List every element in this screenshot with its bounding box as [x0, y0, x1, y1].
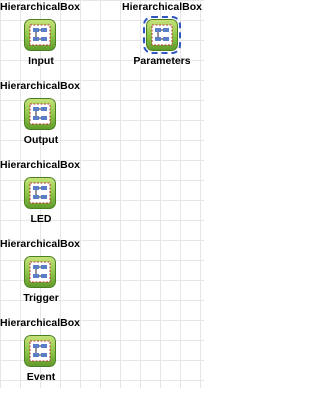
block-name-label: Event: [26, 371, 56, 383]
hierarchical-box-icon[interactable]: [24, 256, 56, 288]
block-trigger[interactable]: HierarchicalBox Trigger: [0, 237, 82, 315]
block-type-label: HierarchicalBox: [122, 1, 202, 13]
block-event[interactable]: HierarchicalBox Event: [0, 316, 82, 394]
block-led[interactable]: HierarchicalBox LED: [0, 158, 82, 236]
hierarchical-box-icon[interactable]: [24, 98, 56, 130]
block-name-label: Trigger: [23, 292, 59, 304]
hierarchical-box-icon[interactable]: [24, 335, 56, 367]
hierarchical-box-icon[interactable]: [143, 16, 181, 54]
block-name-label: Output: [23, 134, 59, 146]
block-input[interactable]: HierarchicalBox Input: [0, 0, 82, 78]
hierarchical-box-icon[interactable]: [24, 19, 56, 51]
block-type-label: HierarchicalBox: [0, 317, 80, 329]
hierarchical-box-icon[interactable]: [24, 177, 56, 209]
block-name-label: Input: [28, 55, 54, 67]
block-name-label: Parameters: [133, 55, 191, 67]
block-type-label: HierarchicalBox: [0, 159, 80, 171]
block-type-label: HierarchicalBox: [0, 1, 80, 13]
block-output[interactable]: HierarchicalBox Output: [0, 79, 82, 157]
block-parameters[interactable]: HierarchicalBox Parameters: [116, 0, 202, 78]
block-name-label: LED: [30, 213, 52, 225]
block-type-label: HierarchicalBox: [0, 238, 80, 250]
block-type-label: HierarchicalBox: [0, 80, 80, 92]
